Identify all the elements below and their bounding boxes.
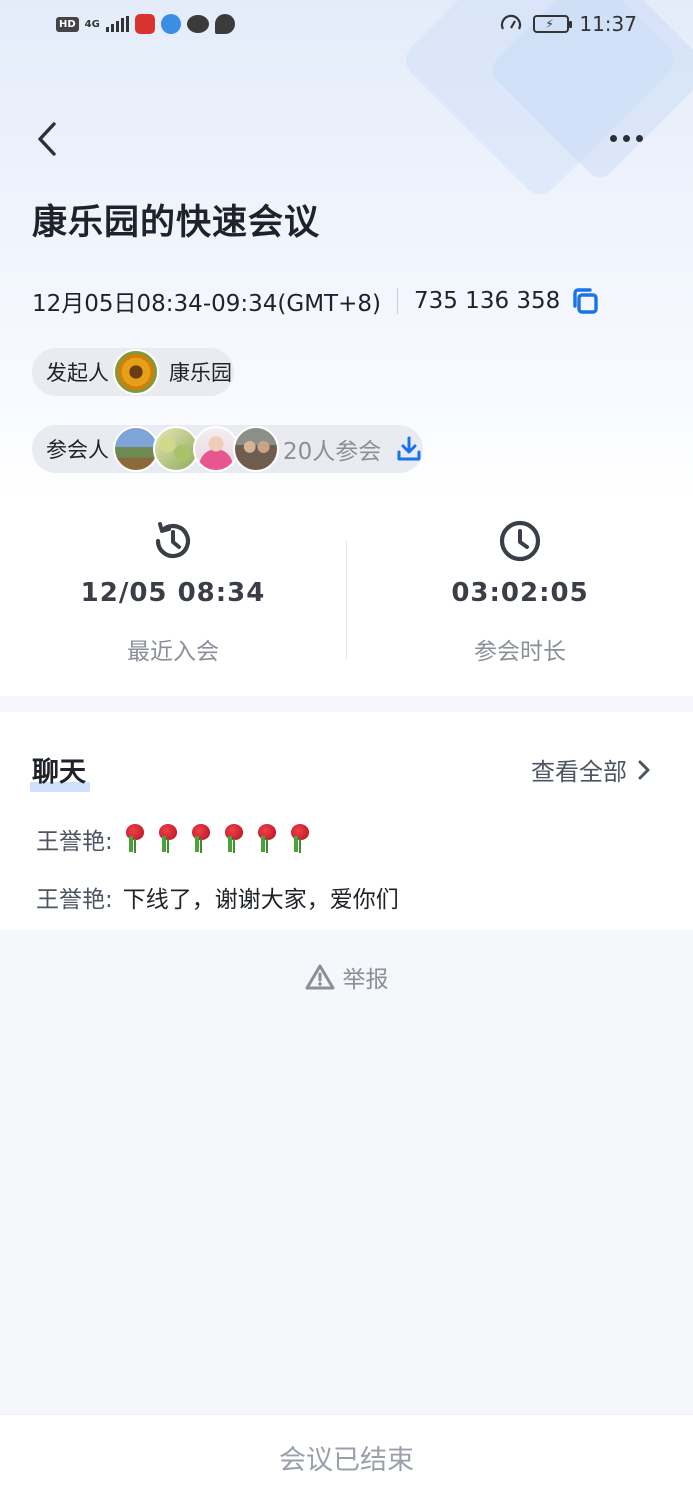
stats-panel: 12/05 08:34 最近入会 03:02:05 参会时长 xyxy=(0,500,693,696)
rose-emoji xyxy=(223,824,245,854)
meeting-meta: 12月05日08:34-09:34(GMT+8) 735 136 358 xyxy=(32,284,600,318)
signal-icon xyxy=(105,16,129,32)
participants-row[interactable]: 参会人 20人参会 xyxy=(32,425,424,473)
meeting-id: 735 136 358 xyxy=(413,288,561,314)
clock-time: 11:37 xyxy=(579,12,637,36)
avatar xyxy=(233,426,279,472)
last-join-value: 12/05 08:34 xyxy=(80,578,266,608)
meeting-title: 康乐园的快速会议 xyxy=(32,203,321,243)
meeting-ended-label: 会议已结束 xyxy=(279,1445,414,1476)
chevron-right-icon xyxy=(638,760,650,779)
rose-emoji xyxy=(124,824,146,854)
organizer-row[interactable]: 发起人 康乐园 xyxy=(32,348,234,396)
warning-icon xyxy=(305,964,334,990)
message-text: 下线了，谢谢大家，爱你们 xyxy=(122,887,399,913)
message-sender: 王誉艳: xyxy=(36,829,113,855)
wechat-icon xyxy=(186,15,209,33)
chat-message: 王誉艳: 下线了，谢谢大家，爱你们 xyxy=(36,880,399,914)
chat-message: 王誉艳: xyxy=(36,822,311,856)
speed-icon xyxy=(501,14,522,30)
rose-emoji xyxy=(157,824,179,854)
rose-emoji xyxy=(190,824,212,854)
duration-label: 参会时长 xyxy=(474,639,566,665)
network-type: 4G xyxy=(84,18,100,30)
organizer-name: 康乐园 xyxy=(169,361,232,385)
last-join-stat: 12/05 08:34 最近入会 xyxy=(0,500,346,696)
participants-label: 参会人 xyxy=(46,438,109,462)
status-bar: HD 4G ⚡ 11:37 xyxy=(0,0,693,52)
participants-count: 20人参会 xyxy=(283,439,382,465)
rose-emoji xyxy=(289,824,311,854)
meeting-ended-bar: 会议已结束 xyxy=(0,1414,693,1500)
hd-indicator: HD xyxy=(56,16,79,32)
chat-section: 聊天 查看全部 王誉艳: 王誉艳: 下线了，谢谢大家，爱你们 xyxy=(0,712,693,930)
download-icon[interactable] xyxy=(395,435,423,463)
last-join-label: 最近入会 xyxy=(127,639,219,665)
browser-notification-icon xyxy=(160,14,181,34)
view-all-label: 查看全部 xyxy=(531,758,627,786)
copy-icon[interactable] xyxy=(570,286,600,316)
view-all-button[interactable]: 查看全部 xyxy=(531,752,651,787)
duration-value: 03:02:05 xyxy=(451,578,589,608)
duration-stat: 03:02:05 参会时长 xyxy=(347,500,693,696)
message-sender: 王誉艳: xyxy=(36,887,113,913)
organizer-label: 发起人 xyxy=(46,361,109,385)
app-notification-icon xyxy=(134,14,155,34)
message-icon xyxy=(214,14,235,34)
battery-icon: ⚡ xyxy=(533,15,573,33)
clock-icon xyxy=(499,520,541,562)
report-label: 举报 xyxy=(342,967,389,993)
report-button[interactable]: 举报 xyxy=(0,960,693,994)
chat-title: 聊天 xyxy=(32,757,86,788)
divider xyxy=(396,288,398,314)
meeting-time-range: 12月05日08:34-09:34(GMT+8) xyxy=(32,291,381,317)
avatar xyxy=(113,349,159,395)
back-icon[interactable] xyxy=(30,118,62,160)
participant-avatars xyxy=(113,426,279,472)
history-icon xyxy=(155,522,191,559)
rose-emoji xyxy=(256,824,278,854)
more-icon[interactable] xyxy=(604,126,648,150)
